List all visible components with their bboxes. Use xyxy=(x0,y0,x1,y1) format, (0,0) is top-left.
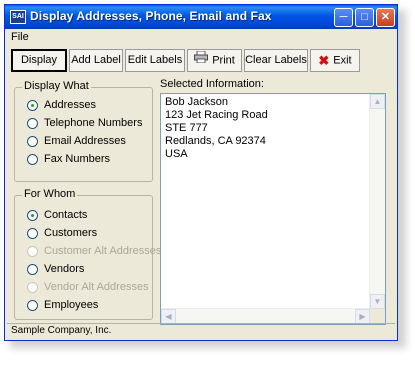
radio-dot xyxy=(27,264,38,275)
menu-bar: File xyxy=(5,29,397,47)
main-window: SAI Display Addresses, Phone, Email and … xyxy=(4,4,398,341)
radio-dot xyxy=(27,154,38,165)
radio-dot xyxy=(27,118,38,129)
print-button[interactable]: Print xyxy=(187,49,242,72)
horizontal-scrollbar[interactable]: ◀ ▶ xyxy=(161,308,370,324)
display-button[interactable]: Display xyxy=(11,49,67,72)
maximize-icon: □ xyxy=(361,11,368,23)
info-line: 123 Jet Racing Road xyxy=(165,109,268,121)
radio-label: Customers xyxy=(44,227,98,239)
for-whom-group: For Whom Contacts Customers Customer Alt… xyxy=(14,188,161,320)
scroll-left-icon[interactable]: ◀ xyxy=(161,309,176,324)
close-icon: ✕ xyxy=(380,11,391,23)
selected-information-lines: Bob Jackson 123 Jet Racing Road STE 777 … xyxy=(165,96,268,161)
minimize-button[interactable]: ─ xyxy=(334,8,353,27)
clear-labels-button[interactable]: Clear Labels xyxy=(244,49,308,72)
display-what-group: Display What Addresses Telephone Numbers… xyxy=(14,80,153,182)
radio-label: Fax Numbers xyxy=(44,153,111,165)
scroll-down-icon[interactable]: ▼ xyxy=(370,294,385,309)
display-what-title: Display What xyxy=(22,80,91,92)
radio-dot xyxy=(27,136,38,147)
printer-icon xyxy=(194,50,209,71)
info-line: Bob Jackson xyxy=(165,96,228,108)
toolbar: Display Add Label Edit Labels Print Clea… xyxy=(9,49,393,73)
exit-button-label: Exit xyxy=(333,54,352,67)
exit-button[interactable]: ✖ Exit xyxy=(310,49,360,72)
add-label-button[interactable]: Add Label xyxy=(69,49,123,72)
exit-x-icon: ✖ xyxy=(318,53,330,68)
radio-label: Addresses xyxy=(44,99,96,111)
selected-information-label: Selected Information: xyxy=(160,78,264,90)
radio-dot xyxy=(27,300,38,311)
scroll-up-icon[interactable]: ▲ xyxy=(370,94,385,109)
edit-labels-button[interactable]: Edit Labels xyxy=(125,49,185,72)
vertical-scrollbar[interactable]: ▲ ▼ xyxy=(369,94,385,309)
radio-label: Telephone Numbers xyxy=(44,117,143,129)
radio-label: Email Addresses xyxy=(44,135,126,147)
radio-dot xyxy=(27,228,38,239)
info-line: STE 777 xyxy=(165,122,208,134)
scroll-right-icon[interactable]: ▶ xyxy=(355,309,370,324)
app-icon: SAI xyxy=(10,10,26,24)
close-button[interactable]: ✕ xyxy=(376,8,395,27)
for-whom-title: For Whom xyxy=(22,188,78,200)
status-bar: Sample Company, Inc. xyxy=(7,323,395,338)
title-bar[interactable]: SAI Display Addresses, Phone, Email and … xyxy=(5,5,397,29)
radio-label: Customer Alt Addresses xyxy=(44,245,162,257)
display-button-label: Display xyxy=(20,54,58,66)
edit-labels-button-label: Edit Labels xyxy=(127,54,183,66)
print-button-label: Print xyxy=(212,54,235,67)
menu-file[interactable]: File xyxy=(11,31,29,43)
radio-label: Vendors xyxy=(44,263,85,275)
radio-dot xyxy=(27,210,38,221)
radio-dot xyxy=(27,282,38,293)
add-label-button-label: Add Label xyxy=(71,54,121,66)
info-line: USA xyxy=(165,148,188,160)
radio-label: Vendor Alt Addresses xyxy=(44,281,149,293)
scrollbar-corner xyxy=(370,309,385,324)
info-line: Redlands, CA 92374 xyxy=(165,135,266,147)
radio-label: Contacts xyxy=(44,209,88,221)
radio-dot xyxy=(27,100,38,111)
radio-label: Employees xyxy=(44,299,99,311)
minimize-icon: ─ xyxy=(339,11,348,23)
window-title: Display Addresses, Phone, Email and Fax xyxy=(30,9,272,23)
selected-information-textbox[interactable]: Bob Jackson 123 Jet Racing Road STE 777 … xyxy=(160,93,386,325)
radio-dot xyxy=(27,246,38,257)
maximize-button[interactable]: □ xyxy=(355,8,374,27)
clear-labels-button-label: Clear Labels xyxy=(245,54,307,66)
